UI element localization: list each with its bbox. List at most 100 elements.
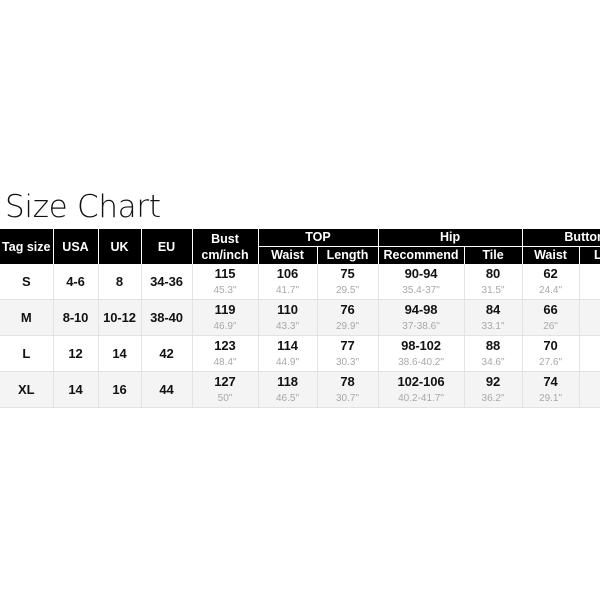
value-bust-cm: 115 bbox=[214, 266, 236, 281]
value-eu: 34-36 bbox=[150, 274, 183, 289]
value-buttom-waist-inch: 27.6" bbox=[539, 357, 563, 368]
value-uk: 14 bbox=[112, 346, 127, 361]
value-hip-tile-cm: 80 bbox=[485, 266, 501, 281]
value-hip-tile-cm: 88 bbox=[485, 338, 501, 353]
value-top-waist-cm: 118 bbox=[277, 374, 298, 389]
cell-buttom-waist: 74 29.1" bbox=[522, 371, 580, 408]
value-bust-inch: 46.9" bbox=[213, 321, 237, 332]
cell-hip-tile: 92 36.2" bbox=[464, 371, 523, 408]
group-header-top-label: TOP bbox=[305, 230, 331, 244]
value-bust-cm: 127 bbox=[214, 374, 236, 389]
group-header-hip: Hip bbox=[378, 229, 523, 247]
cell-usa: 4-6 bbox=[53, 264, 99, 300]
value-buttom-waist-inch: 26" bbox=[543, 321, 558, 332]
page-title: Size Chart bbox=[5, 189, 161, 225]
value-hip-recommend-cm: 98-102 bbox=[401, 338, 441, 353]
cell-hip-recommend: 90-94 35.4-37" bbox=[378, 264, 465, 300]
cell-buttom-length: 47.518.7" bbox=[579, 335, 600, 372]
value-bust-cm: 123 bbox=[214, 338, 236, 353]
value-top-waist-inch: 41.7" bbox=[275, 285, 299, 296]
cell-bust: 115 45.3" bbox=[192, 264, 259, 300]
value-buttom-waist-cm: 70 bbox=[543, 338, 558, 353]
cell-tag-size: M bbox=[0, 299, 54, 336]
value-top-length-inch: 30.3" bbox=[336, 357, 360, 368]
cell-bust: 119 46.9" bbox=[192, 299, 259, 336]
col-header-hip-recommend-label: Recommend bbox=[383, 248, 459, 262]
value-hip-recommend-cm: 94-98 bbox=[404, 302, 438, 317]
value-uk: 10-12 bbox=[103, 310, 136, 325]
col-header-top-length-label: Length bbox=[326, 248, 369, 262]
col-header-hip-tile-label: Tile bbox=[482, 248, 504, 262]
value-eu: 38-40 bbox=[150, 310, 183, 325]
cell-hip-tile: 80 31.5" bbox=[464, 264, 523, 300]
col-header-uk-label: UK bbox=[110, 239, 129, 254]
col-header-usa-label: USA bbox=[62, 239, 89, 254]
cell-top-length: 76 29.9" bbox=[317, 299, 379, 336]
value-usa: 4-6 bbox=[66, 274, 85, 289]
value-hip-recommend-inch: 40.2-41.7" bbox=[398, 393, 444, 404]
cell-top-waist: 118 46.5" bbox=[258, 371, 318, 408]
value-hip-tile-inch: 33.1" bbox=[481, 321, 505, 332]
cell-uk: 8 bbox=[98, 264, 142, 300]
value-hip-recommend-cm: 90-94 bbox=[404, 266, 438, 281]
cell-uk: 14 bbox=[98, 335, 142, 372]
value-top-length-cm: 78 bbox=[340, 374, 355, 389]
header-group-row: Tag size USA UK EU Bust cm/inch TOP Hip … bbox=[0, 229, 600, 264]
cell-bust: 127 50" bbox=[192, 371, 259, 408]
table-row: S 4-6 8 34-36 115 45.3" 106 41.7" 75 29.5" … bbox=[0, 264, 600, 300]
value-bust-inch: 45.3" bbox=[213, 285, 237, 296]
col-header-buttom-length-label: Length bbox=[593, 248, 600, 262]
value-hip-recommend-inch: 38.6-40.2" bbox=[398, 357, 444, 368]
col-header-buttom-waist-label: Waist bbox=[534, 248, 567, 262]
value-hip-tile-inch: 34.6" bbox=[481, 357, 505, 368]
value-tag-size: S bbox=[21, 274, 31, 289]
cell-top-length: 77 30.3" bbox=[317, 335, 379, 372]
value-hip-tile-cm: 84 bbox=[485, 302, 501, 317]
value-hip-recommend-inch: 37-38.6" bbox=[402, 321, 440, 332]
col-header-top-waist-label: Waist bbox=[271, 248, 304, 262]
cell-eu: 42 bbox=[141, 335, 193, 372]
value-usa: 8-10 bbox=[62, 310, 89, 325]
cell-buttom-waist: 70 27.6" bbox=[522, 335, 580, 372]
cell-tag-size: XL bbox=[0, 371, 54, 408]
value-hip-recommend-cm: 102-106 bbox=[397, 374, 445, 389]
cell-top-length: 78 30.7" bbox=[317, 371, 379, 408]
value-buttom-waist-cm: 62 bbox=[543, 266, 558, 281]
cell-buttom-length: 45.517.9" bbox=[579, 264, 600, 300]
cell-top-length: 75 29.5" bbox=[317, 264, 379, 300]
col-header-usa: USA bbox=[53, 229, 99, 264]
value-bust-cm: 119 bbox=[214, 302, 236, 317]
chart-content: Size Chart Tag size USA UK EU Bust cm/in… bbox=[0, 188, 600, 408]
value-uk: 8 bbox=[115, 274, 124, 289]
cell-buttom-length: 48.519.1" bbox=[579, 371, 600, 408]
cell-eu: 34-36 bbox=[141, 264, 193, 300]
cell-hip-tile: 84 33.1" bbox=[464, 299, 523, 336]
col-header-uk: UK bbox=[98, 229, 142, 264]
value-top-length-inch: 30.7" bbox=[336, 393, 360, 404]
value-top-length-cm: 75 bbox=[340, 266, 355, 281]
cell-eu: 38-40 bbox=[141, 299, 193, 336]
col-header-top-waist: Waist bbox=[258, 246, 318, 264]
value-top-waist-inch: 46.5" bbox=[275, 393, 299, 404]
value-buttom-waist-cm: 66 bbox=[543, 302, 558, 317]
value-buttom-waist-inch: 24.4" bbox=[539, 285, 563, 296]
value-uk: 16 bbox=[112, 382, 127, 397]
col-header-top-length: Length bbox=[317, 246, 379, 264]
value-tag-size: M bbox=[20, 310, 32, 325]
value-hip-tile-inch: 36.2" bbox=[481, 393, 505, 404]
table-row: L 12 14 42 123 48.4" 114 44.9" 77 30.3" 98-… bbox=[0, 335, 600, 372]
cell-top-waist: 106 41.7" bbox=[258, 264, 318, 300]
cell-hip-recommend: 102-106 40.2-41.7" bbox=[378, 371, 465, 408]
table-body: S 4-6 8 34-36 115 45.3" 106 41.7" 75 29.5" … bbox=[0, 264, 600, 408]
col-header-buttom-waist: Waist bbox=[522, 246, 580, 264]
cell-uk: 16 bbox=[98, 371, 142, 408]
value-top-waist-cm: 106 bbox=[276, 266, 299, 281]
value-usa: 14 bbox=[68, 382, 83, 397]
value-top-length-inch: 29.5" bbox=[336, 285, 360, 296]
cell-usa: 12 bbox=[53, 335, 99, 372]
value-hip-recommend-inch: 35.4-37" bbox=[402, 285, 440, 296]
value-eu: 44 bbox=[159, 382, 174, 397]
size-chart-table: Tag size USA UK EU Bust cm/inch TOP Hip … bbox=[0, 229, 600, 408]
value-buttom-waist-cm: 74 bbox=[543, 374, 558, 389]
col-header-eu: EU bbox=[141, 229, 193, 264]
